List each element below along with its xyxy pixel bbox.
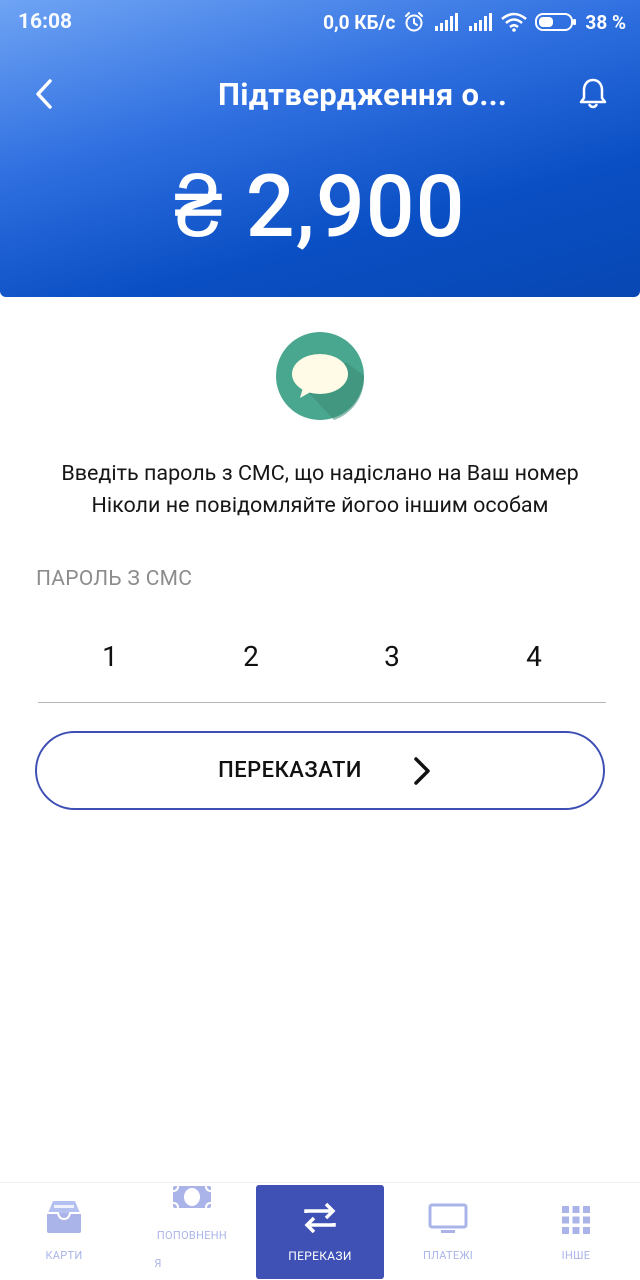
sms-instructions: Введіть пароль з СМС, що надіслано на Ва…: [0, 458, 640, 522]
nav-label-other: ІНШЕ: [561, 1249, 591, 1262]
chevron-left-icon: [36, 79, 52, 109]
network-speed: 0,0 КБ/с: [323, 10, 396, 34]
signal-icon: [467, 12, 493, 32]
nav-item-other[interactable]: ІНШЕ: [512, 1185, 640, 1279]
sms-password-label: ПАРОЛЬ З СМС: [36, 567, 193, 591]
grid-icon: [512, 1205, 640, 1235]
code-digit-4[interactable]: 4: [514, 640, 554, 673]
banknote-icon: [128, 1185, 256, 1211]
signal-icon: [433, 12, 459, 32]
status-bar: 16:08 0,0 КБ/с 38 %: [0, 0, 640, 44]
nav-item-payments[interactable]: ПЛАТЕЖІ: [384, 1185, 512, 1279]
back-button[interactable]: [26, 74, 62, 114]
nav-label-transfers: ПЕРЕКАЗИ: [288, 1249, 352, 1263]
chevron-right-icon: [412, 756, 432, 786]
monitor-icon: [384, 1203, 512, 1235]
wifi-icon: [501, 12, 528, 32]
nav-item-topup[interactable]: ПОПОВНЕНН Я: [128, 1185, 256, 1279]
instructions-line-1: Введіть пароль з СМС, що надіслано на Ва…: [61, 461, 579, 486]
status-right: 0,0 КБ/с 38 %: [323, 9, 626, 35]
status-time: 16:08: [18, 10, 73, 34]
transfer-button[interactable]: ПЕРЕКАЗАТИ: [35, 731, 605, 810]
nav-label-topup-line-2: Я: [154, 1257, 162, 1270]
sms-code-input[interactable]: 1 2 3 4: [38, 640, 606, 680]
alarm-icon: [403, 11, 425, 33]
transfer-button-label: ПЕРЕКАЗАТИ: [218, 758, 362, 783]
notifications-button[interactable]: [574, 74, 612, 114]
page-title: Підтвердження о...: [218, 76, 508, 113]
cards-tray-icon: [0, 1199, 128, 1235]
instructions-line-2: Ніколи не повідомляйте йогоо іншим особа…: [91, 493, 549, 518]
transfer-amount: ₴ 2,900: [174, 156, 466, 257]
battery-icon: [535, 12, 577, 32]
bell-icon: [579, 78, 607, 109]
header: 16:08 0,0 КБ/с 38 % Підтвердження о... ₴…: [0, 0, 640, 297]
code-underline: [38, 702, 606, 703]
nav-label-topup-line-1: ПОПОВНЕНН: [156, 1229, 228, 1242]
nav-item-transfers[interactable]: ПЕРЕКАЗИ: [256, 1185, 384, 1279]
bottom-navigation: КАРТИ ПОПОВНЕНН Я ПЕРЕКАЗИ ПЛАТЕЖІ ІНШЕ: [0, 1182, 640, 1280]
transfer-arrows-icon: [256, 1201, 384, 1235]
code-digit-1[interactable]: 1: [90, 640, 130, 673]
code-digit-2[interactable]: 2: [231, 640, 271, 673]
sms-chat-bubble-icon: [276, 332, 365, 420]
nav-label-payments: ПЛАТЕЖІ: [422, 1249, 474, 1262]
code-digit-3[interactable]: 3: [372, 640, 412, 673]
battery-percent: 38 %: [585, 10, 626, 34]
